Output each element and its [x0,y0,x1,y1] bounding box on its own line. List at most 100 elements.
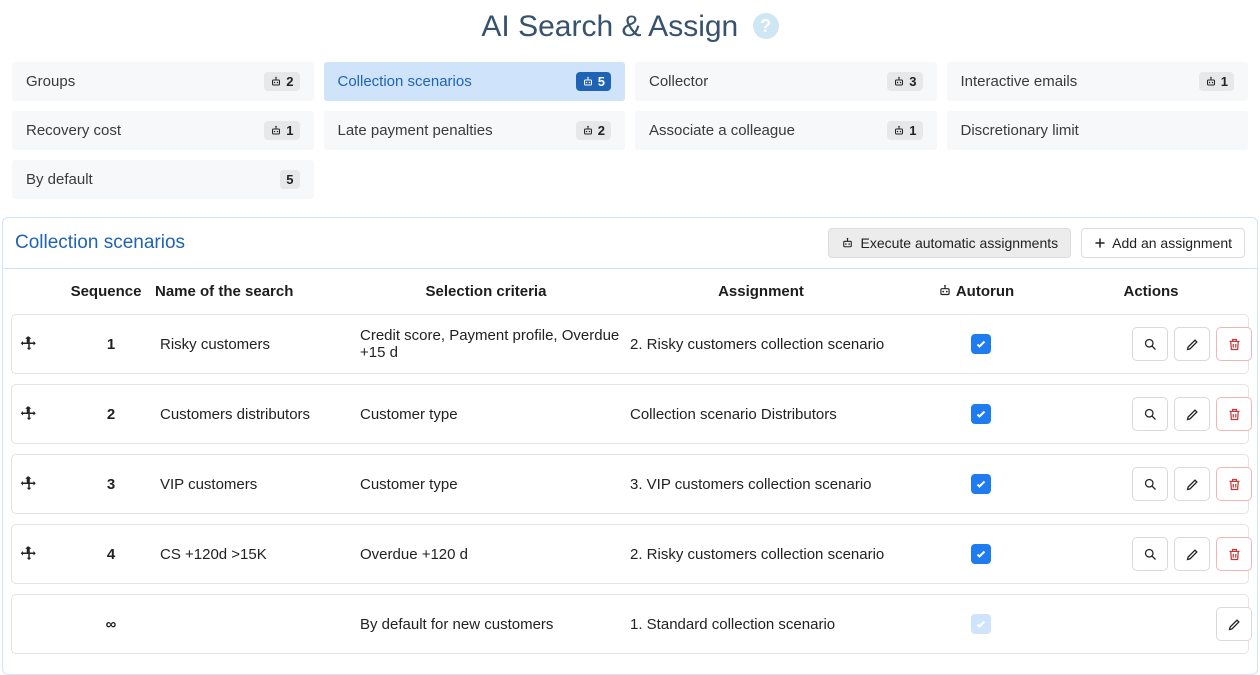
sequence-value: 2 [66,406,156,423]
tab-collector[interactable]: Collector 3 [635,62,937,101]
tab-badge: 1 [264,121,299,140]
view-button[interactable] [1132,467,1168,501]
view-button[interactable] [1132,537,1168,571]
drag-handle[interactable] [16,335,66,353]
table-body: 1Risky customersCredit score, Payment pr… [3,314,1257,674]
pencil-icon [1185,477,1200,492]
autorun-checkbox[interactable] [971,334,991,354]
tab-by-default[interactable]: By default 5 [12,160,314,199]
edit-button[interactable] [1174,467,1210,501]
table-header: Sequence Name of the search Selection cr… [3,269,1257,314]
col-name: Name of the search [151,283,351,300]
tab-badge: 1 [1199,72,1234,91]
add-assignment-label: Add an assignment [1112,235,1232,251]
assignment-value: Collection scenario Distributors [626,406,906,423]
trash-icon [1227,477,1242,492]
delete-button[interactable] [1216,537,1252,571]
sequence-value: 1 [66,336,156,353]
check-icon [975,548,987,560]
delete-button[interactable] [1216,327,1252,361]
add-assignment-button[interactable]: Add an assignment [1081,228,1245,258]
assignments-panel: Collection scenarios Execute automatic a… [2,217,1258,675]
row-actions [1056,397,1256,431]
tab-badge: 5 [576,72,611,91]
panel-actions: Execute automatic assignments Add an ass… [828,228,1245,258]
robot-icon [270,76,282,88]
robot-icon [893,125,905,137]
delete-button[interactable] [1216,397,1252,431]
autorun-checkbox[interactable] [971,404,991,424]
table-row: 2Customers distributorsCustomer typeColl… [11,384,1249,444]
delete-button[interactable] [1216,467,1252,501]
table-row: 4CS +120d >15KOverdue +120 d2. Risky cus… [11,524,1249,584]
drag-handle[interactable] [16,475,66,493]
tab-count: 2 [598,123,605,138]
tab-count: 5 [598,74,605,89]
criteria-value: Customer type [356,406,626,423]
tab-associate-a-colleague[interactable]: Associate a colleague1 [635,111,937,150]
edit-button[interactable] [1216,607,1252,641]
col-sequence: Sequence [61,283,151,300]
assignment-value: 2. Risky customers collection scenario [626,336,906,353]
autorun-cell [906,474,1056,494]
move-icon [20,475,62,493]
assignment-value: 3. VIP customers collection scenario [626,476,906,493]
view-button[interactable] [1132,397,1168,431]
tab-recovery-cost[interactable]: Recovery cost 1 [12,111,314,150]
tab-count: 1 [1221,74,1228,89]
search-name: Risky customers [156,336,356,353]
move-icon [20,545,62,563]
tab-label: By default [26,171,93,188]
table-row: ∞By default for new customers1. Standard… [11,594,1249,654]
tab-count: 3 [909,74,916,89]
autorun-checkbox[interactable] [971,474,991,494]
view-button[interactable] [1132,327,1168,361]
autorun-checkbox[interactable] [971,614,991,634]
tab-count: 5 [286,172,293,187]
tab-badge: 2 [264,72,299,91]
edit-button[interactable] [1174,397,1210,431]
tab-label: Groups [26,73,75,90]
row-actions [1056,467,1256,501]
autorun-checkbox[interactable] [971,544,991,564]
search-icon [1143,337,1158,352]
table-row: 3VIP customersCustomer type3. VIP custom… [11,454,1249,514]
edit-button[interactable] [1174,327,1210,361]
robot-icon [1205,76,1217,88]
tab-collection-scenarios[interactable]: Collection scenarios5 [324,62,626,101]
criteria-value: By default for new customers [356,616,626,633]
execute-assignments-label: Execute automatic assignments [860,235,1058,251]
tab-label: Collector [649,73,708,90]
search-name: CS +120d >15K [156,546,356,563]
drag-handle[interactable] [16,405,66,423]
trash-icon [1227,337,1242,352]
move-icon [20,405,62,423]
edit-button[interactable] [1174,537,1210,571]
pencil-icon [1185,407,1200,422]
tab-label: Discretionary limit [961,122,1079,139]
assignment-value: 2. Risky customers collection scenario [626,546,906,563]
row-actions [1056,327,1256,361]
execute-assignments-button[interactable]: Execute automatic assignments [828,228,1071,258]
tab-label: Recovery cost [26,122,121,139]
robot-icon [582,76,594,88]
page-title-text: AI Search & Assign [481,10,738,43]
check-icon [975,478,987,490]
table-row: 1Risky customersCredit score, Payment pr… [11,314,1249,374]
tab-groups[interactable]: Groups 2 [12,62,314,101]
search-name: Customers distributors [156,406,356,423]
panel-title: Collection scenarios [15,232,185,254]
robot-icon [582,125,594,137]
search-icon [1143,547,1158,562]
tab-interactive-emails[interactable]: Interactive emails1 [947,62,1249,101]
robot-icon [893,76,905,88]
tab-discretionary-limit[interactable]: Discretionary limit [947,111,1249,150]
trash-icon [1227,407,1242,422]
pencil-icon [1185,547,1200,562]
tab-count: 2 [286,74,293,89]
tab-late-payment-penalties[interactable]: Late payment penalties2 [324,111,626,150]
drag-handle[interactable] [16,545,66,563]
autorun-cell [906,544,1056,564]
help-icon[interactable]: ? [753,13,779,39]
trash-icon [1227,547,1242,562]
